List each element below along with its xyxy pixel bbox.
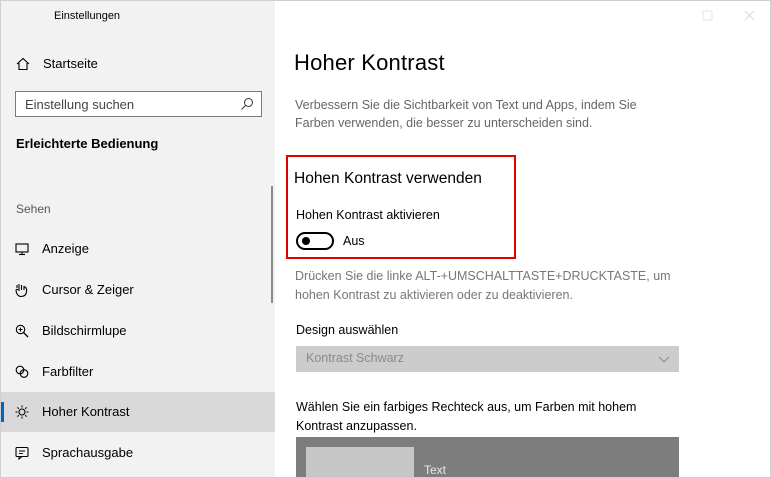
sidebar-item-label: Sprachausgabe	[42, 445, 134, 460]
settings-window: Einstellungen Startseite Erleichterte Be…	[0, 0, 771, 478]
sidebar-item-label: Anzeige	[42, 241, 89, 256]
sidebar-item-label: Startseite	[43, 56, 98, 71]
page-title: Hoher Kontrast	[294, 50, 445, 75]
chevron-down-icon	[658, 356, 670, 363]
toggle-state-text: Aus	[343, 234, 365, 248]
page-description: Verbessern Sie die Sichtbarkeit von Text…	[295, 98, 637, 130]
sidebar-item-anzeige[interactable]: Anzeige	[1, 229, 275, 269]
cursor-icon	[15, 284, 28, 298]
toggle-label: Hohen Kontrast aktivieren	[296, 208, 440, 222]
sidebar-scrollbar[interactable]	[271, 186, 273, 303]
shortcut-hint: Drücken Sie die linke ALT-+UMSCHALTTASTE…	[295, 269, 671, 302]
sidebar-item-label: Farbfilter	[42, 364, 94, 379]
sidebar-item-farbfilter[interactable]: Farbfilter	[1, 352, 275, 392]
section-heading: Hohen Kontrast verwenden	[294, 170, 482, 187]
sidebar-item-bildschirmlupe[interactable]: Bildschirmlupe	[1, 311, 275, 351]
sidebar: Einstellungen Startseite Erleichterte Be…	[1, 1, 275, 477]
sidebar-item-label: Hoher Kontrast	[42, 404, 130, 419]
group-label: Sehen	[16, 202, 51, 216]
sidebar-item-label: Bildschirmlupe	[42, 323, 127, 338]
toggle-knob	[302, 237, 310, 245]
home-icon	[16, 57, 30, 71]
magnifier-icon	[15, 324, 29, 338]
design-select-value: Kontrast Schwarz	[306, 351, 404, 365]
sidebar-item-home[interactable]: Startseite	[1, 45, 275, 83]
sidebar-item-label: Cursor & Zeiger	[42, 282, 134, 297]
high-contrast-toggle[interactable]	[296, 232, 334, 250]
window-title: Einstellungen	[54, 10, 121, 22]
sidebar-item-sprachausgabe[interactable]: Sprachausgabe	[1, 433, 275, 473]
color-description: Wählen Sie ein farbiges Rechteck aus, um…	[296, 400, 637, 433]
search-box[interactable]	[15, 91, 262, 117]
close-icon[interactable]	[735, 7, 765, 25]
search-input[interactable]	[16, 92, 226, 116]
background-color-rect[interactable]	[306, 447, 414, 477]
design-select[interactable]: Kontrast Schwarz	[296, 346, 679, 372]
sidebar-item-hoher-kontrast[interactable]: Hoher Kontrast	[1, 392, 275, 432]
color-filter-icon	[15, 365, 29, 378]
narrator-icon	[15, 446, 29, 461]
main-content: Hoher Kontrast Verbessern Sie die Sichtb…	[275, 1, 770, 477]
search-icon[interactable]	[239, 96, 255, 112]
color-preview: Text	[296, 437, 679, 477]
sidebar-item-cursor[interactable]: Cursor & Zeiger	[1, 270, 275, 310]
section-heading: Erleichterte Bedienung	[16, 136, 159, 151]
monitor-icon	[15, 243, 29, 256]
preview-text-label[interactable]: Text	[424, 463, 446, 477]
contrast-sun-icon	[15, 405, 29, 419]
design-label: Design auswählen	[296, 323, 399, 337]
maximize-icon[interactable]	[693, 7, 723, 25]
